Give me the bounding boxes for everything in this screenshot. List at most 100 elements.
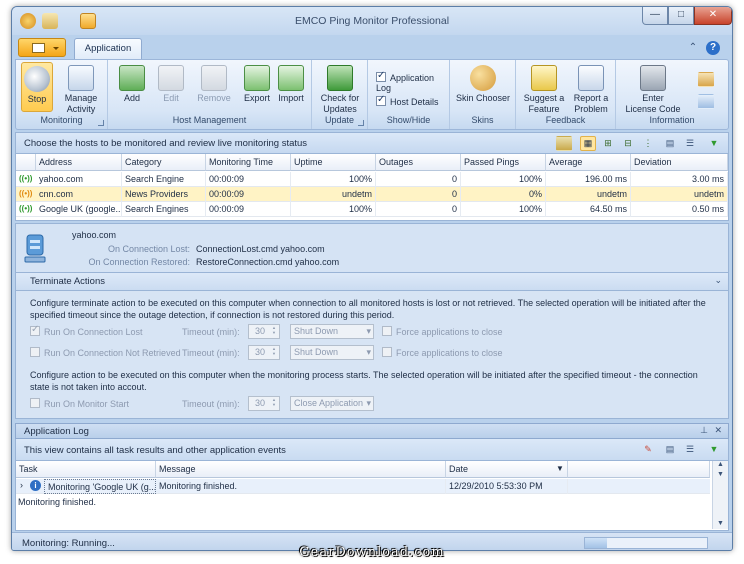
column-header-deviation[interactable]: Deviation [631,154,728,171]
expand-row-icon[interactable]: › [20,480,23,490]
close-button[interactable]: ✕ [694,7,732,25]
export-button[interactable]: Export [240,62,274,104]
import-button[interactable]: Import [274,62,308,104]
clear-log-icon[interactable]: ✎ [640,442,656,457]
grid-view-icon[interactable]: ▦ [580,136,596,151]
report-problem-button[interactable]: Report a Problem [568,62,614,115]
suggest-label-1: Suggest a [523,93,565,103]
log-list-icon[interactable]: ☰ [682,442,698,457]
on-connection-lost-value: ConnectionLost.cmd yahoo.com [196,244,325,254]
info-icon: i [30,480,41,491]
table-row[interactable]: ((•)) yahoo.com Search Engine 00:00:09 1… [16,172,728,187]
terminate-description: Configure terminate action to be execute… [30,298,706,320]
close-panel-icon[interactable]: ✕ [714,425,722,436]
tab-application[interactable]: Application [74,38,142,59]
scroll-down-bottom-icon[interactable]: ▼ [713,520,728,527]
application-log-toggle[interactable]: Application Log [376,70,449,93]
cell-deviation: 0.50 ms [631,202,728,217]
manage-activity-icon [68,65,94,91]
suggest-feature-button[interactable]: Suggest a Feature [520,62,568,115]
ribbon-group-update: Check for Updates Update [312,60,368,129]
column-header-spare [568,461,710,478]
manage-activity-button[interactable]: Manage Activity [58,62,104,115]
table-row[interactable]: › i Monitoring 'Google UK (g... Monitori… [16,479,710,494]
group-view-icon[interactable] [556,136,572,151]
maximize-button[interactable]: □ [668,7,694,25]
enter-license-button[interactable]: Enter License Code [622,62,684,115]
column-header-passed-pings[interactable]: Passed Pings [461,154,546,171]
application-menu-button[interactable] [18,38,66,57]
cell-passed-pings: 100% [461,172,546,187]
action-select: Shut Down [290,345,374,360]
list-view-icon[interactable]: ☰ [682,136,698,151]
home-icon[interactable] [698,72,714,87]
remove-button: Remove [192,62,236,104]
log-detail-text: Monitoring finished. [18,497,97,507]
monitoring-launcher-icon[interactable] [98,120,104,126]
column-header-message[interactable]: Message [156,461,446,478]
log-filter-icon[interactable]: ▼ [706,442,722,457]
log-preview-icon[interactable]: ▤ [662,442,678,457]
run-on-connection-lost-label: Run On Connection Lost [44,327,143,337]
application-log-title: Application Log [24,426,89,437]
main-window: EMCO Ping Monitor Professional — □ ✕ App… [11,6,733,551]
host-details-checkbox[interactable] [376,94,386,106]
table-row[interactable]: ((•)) cnn.com News Providers 00:00:09 un… [16,187,728,202]
force-close-label: Force applications to close [396,348,503,358]
minimize-button[interactable]: — [642,7,668,25]
application-log-checkbox[interactable] [376,70,386,82]
action-select: Shut Down [290,324,374,339]
cell-address: yahoo.com [36,172,122,187]
report-label-1: Report a [573,93,609,103]
preview-pane-icon[interactable]: ▤ [662,136,678,151]
cell-deviation: undetm [631,187,728,202]
timeout-stepper: 30 [248,324,280,339]
table-row[interactable]: ((•)) Google UK (google... Search Engine… [16,202,728,217]
terminate-actions-header[interactable]: Terminate Actions ⌄ [15,273,729,291]
edit-host-icon [158,65,184,91]
column-header-date[interactable]: Date [446,461,568,478]
hosts-panel-header: Choose the hosts to be monitored and rev… [15,132,729,154]
timeout-stepper: 30 [248,396,280,411]
columns-icon[interactable]: ⋮ [640,136,656,151]
column-header-outages[interactable]: Outages [376,154,461,171]
skin-chooser-button[interactable]: Skin Chooser [454,62,512,104]
ribbon-tab-row: Application ⌃ ? [12,35,732,59]
remove-host-icon [201,65,227,91]
column-header-task[interactable]: Task [16,461,156,478]
scroll-up-icon[interactable]: ▲ [713,461,728,468]
run-on-not-retrieved-checkbox [30,347,40,357]
column-header-uptime[interactable]: Uptime [291,154,376,171]
run-on-connection-not-retrieved-option: Run On Connection Not Retrieved [30,347,181,358]
run-on-connection-lost-checkbox [30,324,40,336]
cell-address: cnn.com [36,187,122,202]
column-header-average[interactable]: Average [546,154,631,171]
scroll-down-icon[interactable]: ▼ [713,471,728,478]
host-details-toggle[interactable]: Host Details [376,94,439,107]
check-for-updates-button[interactable]: Check for Updates [314,62,366,115]
force-close-checkbox [382,347,392,357]
update-launcher-icon[interactable] [358,120,364,126]
lightbulb-icon [531,65,557,91]
add-button[interactable]: Add [114,62,150,104]
action-select: Close Application [290,396,374,411]
cell-outages: 0 [376,187,461,202]
help-icon[interactable]: ? [706,41,720,55]
expand-all-icon[interactable]: ⊞ [600,136,616,151]
stop-button[interactable]: Stop [21,62,53,112]
collapse-ribbon-icon[interactable]: ⌃ [686,41,700,55]
collapse-chevron-icon[interactable]: ⌄ [714,275,722,286]
group-label-feedback: Feedback [545,115,586,125]
window-title: EMCO Ping Monitor Professional [294,15,450,27]
log-scrollbar[interactable]: ▲ ▼ ▼ [712,461,728,529]
terminate-actions-title: Terminate Actions [30,276,105,287]
application-log-description: This view contains all task results and … [24,445,286,456]
column-header-category[interactable]: Category [122,154,206,171]
column-header-monitoring-time[interactable]: Monitoring Time [206,154,291,171]
collapse-all-icon[interactable]: ⊟ [620,136,636,151]
column-header-address[interactable]: Address [36,154,122,171]
ribbon-group-feedback: Suggest a Feature Report a Problem Feedb… [516,60,616,129]
filter-icon[interactable]: ▼ [706,136,722,151]
pin-icon[interactable]: ⊥ [700,425,708,436]
about-window-icon[interactable] [698,94,714,109]
